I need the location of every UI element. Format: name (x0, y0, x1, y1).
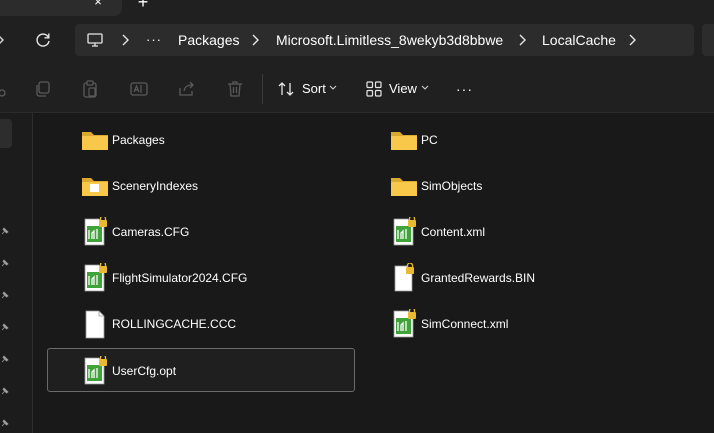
locked-blank-file-icon (394, 263, 414, 292)
forward-icon[interactable] (0, 31, 10, 49)
breadcrumb-chevron-icon[interactable] (119, 24, 131, 56)
file-name: UserCfg.opt (112, 364, 177, 378)
file-name: SimConnect.xml (421, 317, 509, 331)
file-item-simconnect-xml[interactable]: SimConnect.xml (357, 302, 663, 346)
locked-cfg-file-icon (84, 356, 107, 385)
refresh-icon[interactable] (33, 30, 53, 50)
file-item-content-xml[interactable]: Content.xml (357, 210, 663, 254)
file-name: Content.xml (421, 225, 486, 239)
file-item-rollingcache-ccc[interactable]: ROLLINGCACHE.CCC (48, 302, 354, 346)
breadcrumb-localcache[interactable]: LocalCache (542, 24, 616, 56)
folder-item-sceneryindexes[interactable]: SceneryIndexes (48, 164, 354, 208)
chevron-down-icon[interactable] (421, 85, 429, 91)
locked-cfg-file-icon (393, 309, 416, 338)
folder-item-pc[interactable]: PC (357, 118, 663, 162)
pin-icon[interactable] (0, 386, 10, 396)
pin-icon[interactable] (0, 290, 10, 300)
file-name: FlightSimulator2024.CFG (112, 271, 248, 285)
see-more-button[interactable]: ··· (456, 80, 482, 98)
breadcrumb-chevron-icon[interactable] (249, 24, 261, 56)
file-name: Packages (112, 133, 165, 147)
nav-item-selected[interactable] (0, 119, 12, 148)
share-icon[interactable] (177, 79, 197, 99)
file-name: GrantedRewards.BIN (421, 271, 536, 285)
paste-icon[interactable] (80, 79, 100, 99)
file-name: PC (421, 133, 438, 147)
view-icon[interactable] (364, 79, 384, 99)
breadcrumb-package-folder[interactable]: Microsoft.Limitless_8wekyb3d8bbwe (276, 24, 503, 56)
pin-icon[interactable] (0, 354, 10, 364)
file-item-cameras-cfg[interactable]: Cameras.CFG (48, 210, 354, 254)
pin-icon[interactable] (0, 418, 10, 428)
pin-icon[interactable] (0, 226, 10, 236)
file-item-usercfg-opt[interactable]: UserCfg.opt (47, 348, 355, 392)
file-name: SimObjects (421, 179, 483, 193)
folder-item-packages[interactable]: Packages (48, 118, 354, 162)
folder-icon (82, 178, 108, 196)
folder-icon (82, 132, 108, 150)
file-item-grantedrewards-bin[interactable]: GrantedRewards.BIN (357, 256, 663, 300)
rename-icon[interactable] (129, 79, 149, 99)
pin-icon[interactable] (0, 322, 10, 332)
breadcrumb-chevron-icon[interactable] (626, 24, 638, 56)
breadcrumb-chevron-icon[interactable] (516, 24, 528, 56)
blank-file-icon (85, 310, 105, 339)
navigation-pane (0, 113, 33, 433)
locked-cfg-file-icon (393, 217, 416, 246)
breadcrumb-overflow[interactable]: ··· (146, 24, 162, 56)
this-pc-icon (87, 33, 103, 47)
view-button[interactable]: View (389, 81, 417, 97)
file-item-flightsimulator2024-cfg[interactable]: FlightSimulator2024.CFG (48, 256, 354, 300)
close-tab-icon[interactable]: × (88, 0, 108, 10)
file-name: Cameras.CFG (112, 225, 190, 239)
delete-icon[interactable] (225, 79, 245, 99)
sort-icon[interactable] (276, 79, 296, 99)
new-tab-icon[interactable]: + (134, 0, 152, 11)
file-name: SceneryIndexes (112, 179, 199, 193)
folder-icon (391, 132, 417, 150)
locked-cfg-file-icon (84, 263, 107, 292)
copy-icon[interactable] (33, 79, 53, 99)
sort-button[interactable]: Sort (302, 81, 326, 97)
search-box[interactable] (702, 24, 714, 56)
command-separator (262, 74, 263, 104)
pin-icon[interactable] (0, 258, 10, 268)
folder-item-simobjects[interactable]: SimObjects (357, 164, 663, 208)
folder-icon (391, 178, 417, 196)
chevron-down-icon[interactable] (329, 85, 337, 91)
command-bar (0, 64, 714, 113)
locked-cfg-file-icon (84, 217, 107, 246)
cut-icon[interactable] (0, 79, 12, 99)
file-name: ROLLINGCACHE.CCC (112, 317, 237, 331)
breadcrumb-packages[interactable]: Packages (178, 24, 239, 56)
